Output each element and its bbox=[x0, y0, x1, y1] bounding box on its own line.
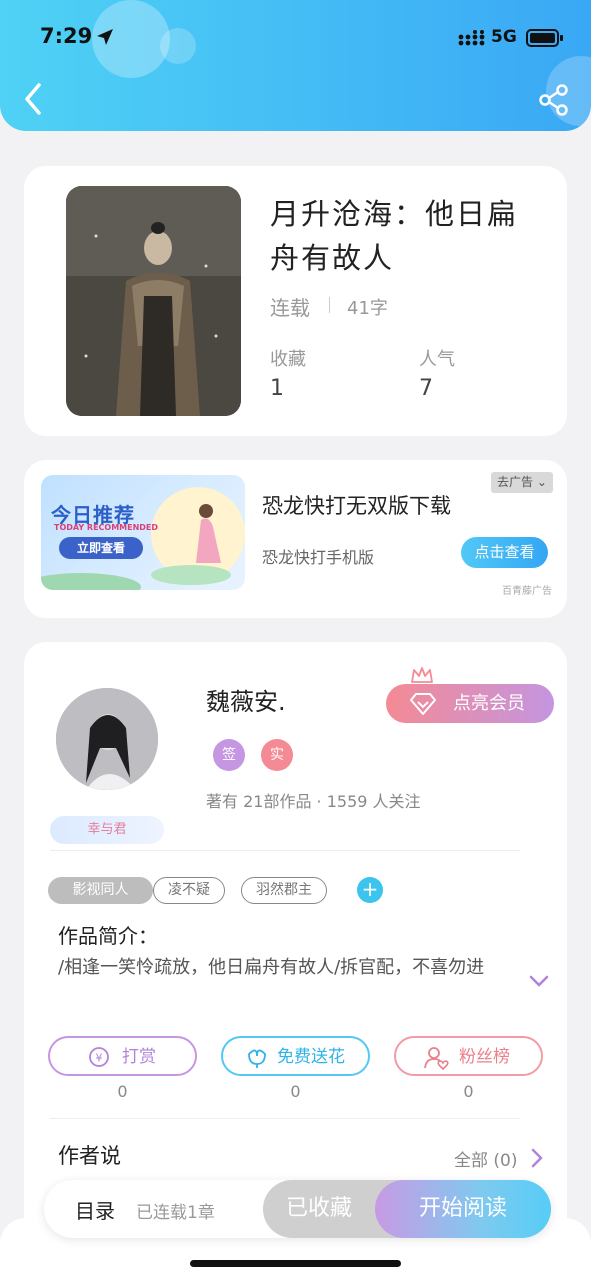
user-heart-icon bbox=[424, 1047, 449, 1070]
intro-title: 作品简介： bbox=[58, 924, 158, 948]
author-says-title: 作者说 bbox=[58, 1144, 121, 1168]
fans-rank-label: 粉丝榜 bbox=[459, 1047, 510, 1067]
ad-description: 恐龙快打手机版 bbox=[262, 548, 375, 567]
signed-badge: 签 bbox=[213, 739, 245, 771]
cellular-signal-icon bbox=[458, 30, 485, 46]
verified-badge: 实 bbox=[261, 739, 293, 771]
intro-text: /相逢一笑怜疏放，他日扁舟有故人/拆官配，不喜勿进 bbox=[58, 957, 485, 978]
avatar-image bbox=[56, 688, 158, 790]
send-flower-button[interactable]: 免费送花 bbox=[221, 1036, 370, 1076]
reward-count: 0 bbox=[117, 1082, 128, 1101]
ad-title: 恐龙快打无双版下载 bbox=[262, 494, 451, 518]
fans-rank-button[interactable]: 粉丝榜 bbox=[394, 1036, 543, 1076]
flower-icon bbox=[248, 1049, 266, 1068]
fans-count: 0 bbox=[463, 1082, 474, 1101]
favorites-label: 收藏 bbox=[270, 349, 306, 370]
bottom-action-bar: 目录 已连载1章 已收藏 开始阅读 bbox=[44, 1180, 551, 1238]
coin-icon: ¥ bbox=[89, 1047, 109, 1067]
collected-label: 已收藏 bbox=[285, 1196, 352, 1221]
banner-view-button[interactable]: 立即查看 bbox=[59, 537, 143, 559]
book-status: 连载 bbox=[270, 296, 310, 320]
divider bbox=[50, 850, 520, 851]
chapter-count: 已连载1章 bbox=[136, 1203, 215, 1223]
network-type: 5G bbox=[491, 27, 517, 47]
book-word-count: 41字 bbox=[347, 298, 388, 319]
author-stats: 著有 21部作品 · 1559 人关注 bbox=[206, 792, 421, 811]
ad-banner-image[interactable]: 今日推荐 TODAY RECOMMENDED 立即查看 bbox=[41, 475, 245, 590]
popularity-value: 7 bbox=[419, 376, 433, 401]
chevron-right-icon[interactable] bbox=[530, 1147, 544, 1169]
tag-character[interactable]: 羽然郡主 bbox=[241, 877, 327, 904]
diamond-icon bbox=[410, 693, 436, 715]
expand-chevron-icon[interactable] bbox=[528, 974, 550, 988]
author-name[interactable]: 魏薇安. bbox=[206, 682, 286, 717]
author-avatar[interactable] bbox=[56, 688, 158, 790]
flower-count: 0 bbox=[290, 1082, 301, 1101]
send-flower-label: 免费送花 bbox=[277, 1047, 345, 1067]
toc-button[interactable]: 目录 bbox=[75, 1195, 115, 1224]
remove-ad-label: 去广告 bbox=[497, 475, 534, 489]
start-reading-button[interactable]: 开始阅读 bbox=[375, 1180, 551, 1238]
author-says-all-link[interactable]: 全部 (0) bbox=[454, 1146, 517, 1171]
banner-illustration bbox=[41, 504, 231, 590]
cover-figure-image bbox=[66, 186, 241, 416]
ad-source: 百青藤广告 bbox=[502, 586, 552, 597]
vip-button-label: 点亮会员 bbox=[453, 693, 525, 714]
status-time: 7:29 bbox=[40, 24, 93, 48]
book-title: 月升沧海：他日扁舟有故人 bbox=[270, 197, 519, 275]
favorites-value: 1 bbox=[270, 376, 284, 401]
vip-button[interactable]: 点亮会员 bbox=[386, 684, 554, 723]
fan-group-tag[interactable]: 幸与君 bbox=[50, 816, 164, 844]
book-cover[interactable] bbox=[66, 186, 241, 416]
reward-button[interactable]: ¥ 打赏 bbox=[48, 1036, 197, 1076]
battery-icon bbox=[526, 29, 563, 47]
popularity-label: 人气 bbox=[419, 349, 455, 370]
share-icon[interactable] bbox=[538, 84, 570, 116]
book-info-card: 月升沧海：他日扁舟有故人 连载 41字 收藏 1 人气 7 bbox=[24, 166, 567, 436]
add-tag-icon[interactable]: + bbox=[357, 877, 383, 903]
ad-view-button[interactable]: 点击查看 bbox=[461, 537, 548, 568]
tag-category[interactable]: 影视同人 bbox=[48, 877, 153, 904]
crown-icon bbox=[411, 667, 433, 683]
chevron-down-icon: ⌄ bbox=[536, 475, 547, 489]
divider bbox=[50, 1118, 520, 1119]
svg-text:¥: ¥ bbox=[96, 1052, 103, 1065]
decor-bubble bbox=[160, 28, 196, 64]
back-chevron-icon[interactable] bbox=[22, 82, 44, 116]
ad-card[interactable]: 今日推荐 TODAY RECOMMENDED 立即查看 去广告 ⌄ 恐龙快打无双… bbox=[24, 460, 567, 618]
home-indicator bbox=[190, 1260, 401, 1267]
reward-label: 打赏 bbox=[122, 1047, 156, 1067]
top-header bbox=[0, 0, 591, 131]
tag-character[interactable]: 凌不疑 bbox=[153, 877, 225, 904]
divider bbox=[329, 297, 330, 313]
location-arrow-icon bbox=[97, 29, 113, 45]
banner-subtitle: TODAY RECOMMENDED bbox=[54, 523, 159, 532]
remove-ad-button[interactable]: 去广告 ⌄ bbox=[491, 472, 553, 493]
